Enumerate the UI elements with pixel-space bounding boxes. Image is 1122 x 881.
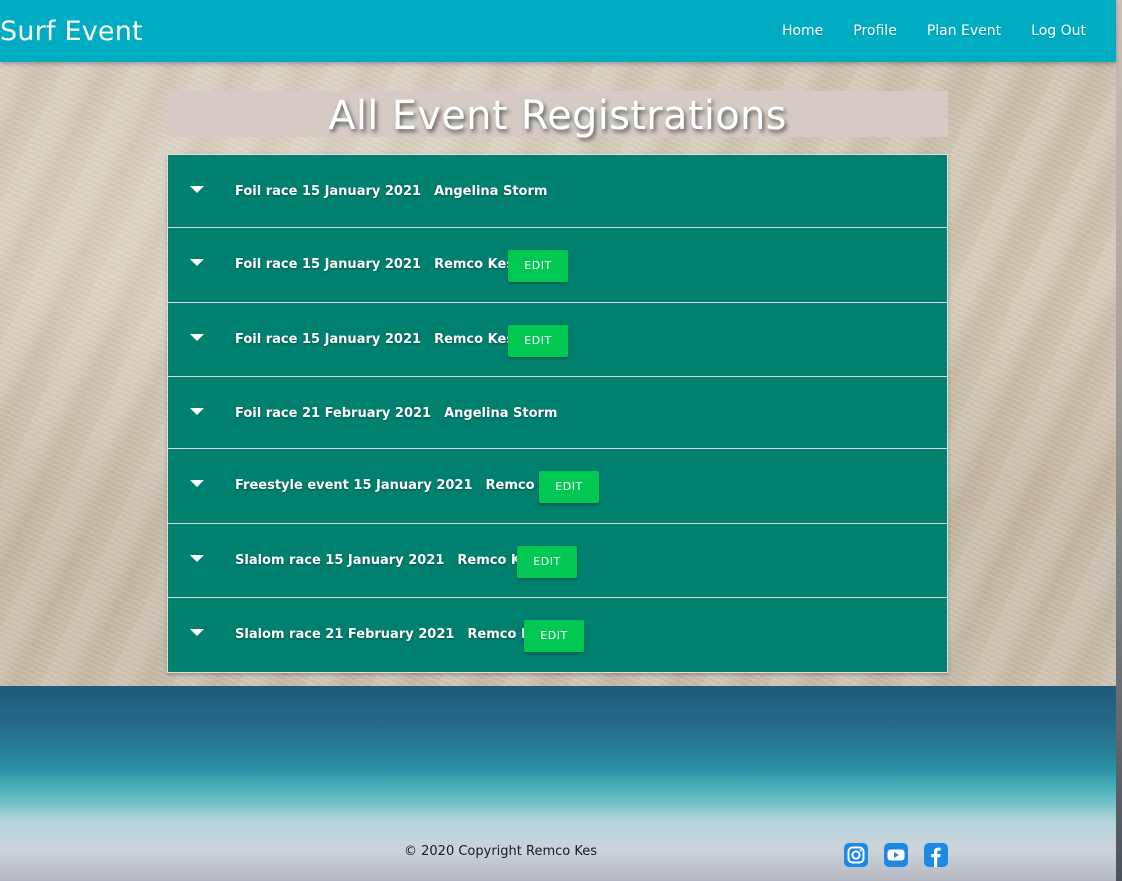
- registration-label: Foil race 21 February 2021 Angelina Storm: [235, 405, 557, 423]
- registration-label: Foil race 15 January 2021 Remco Kes 2: [235, 331, 528, 349]
- caret-down-icon[interactable]: [190, 259, 204, 266]
- registration-label: Slalom race 15 January 2021 Remco Kes: [235, 552, 537, 570]
- registration-item[interactable]: Slalom race 15 January 2021 Remco Kes EDI…: [168, 524, 947, 598]
- registration-item[interactable]: Slalom race 21 February 2021 Remco Kes ED…: [168, 598, 947, 672]
- registration-item[interactable]: Foil race 15 January 2021 Angelina Storm: [168, 155, 947, 228]
- registration-item[interactable]: Foil race 15 January 2021 Remco Kes 2 EDI…: [168, 228, 947, 303]
- edit-button[interactable]: EDIT: [524, 620, 584, 652]
- nav-link-plan-event[interactable]: Plan Event: [912, 20, 1016, 42]
- nav-link-log-out[interactable]: Log Out: [1016, 20, 1101, 42]
- caret-down-icon[interactable]: [190, 334, 204, 341]
- caret-down-icon[interactable]: [190, 480, 204, 487]
- edit-button[interactable]: EDIT: [517, 546, 577, 578]
- youtube-icon[interactable]: [883, 842, 909, 868]
- window-edge: [1116, 0, 1122, 881]
- event-name: Foil race 15 January 2021: [235, 332, 422, 347]
- caret-down-icon[interactable]: [190, 186, 204, 193]
- event-name: Freestyle event 15 January 2021: [235, 478, 473, 493]
- registration-label: Slalom race 21 February 2021 Remco Kes: [235, 626, 547, 644]
- edit-button[interactable]: EDIT: [508, 250, 568, 282]
- user-name: Angelina Storm: [444, 406, 558, 421]
- registration-item[interactable]: Freestyle event 15 January 2021 Remco Kes…: [168, 449, 947, 524]
- registration-label: Foil race 15 January 2021 Remco Kes 2: [235, 256, 528, 274]
- registration-label: Freestyle event 15 January 2021 Remco Kes: [235, 477, 565, 495]
- caret-down-icon[interactable]: [190, 629, 204, 636]
- event-name: Foil race 15 January 2021: [235, 257, 422, 272]
- user-name: Angelina Storm: [434, 184, 548, 199]
- registration-item[interactable]: Foil race 21 February 2021 Angelina Storm: [168, 377, 947, 449]
- caret-down-icon[interactable]: [190, 408, 204, 415]
- page-title: All Event Registrations: [328, 93, 787, 139]
- nav-link-profile[interactable]: Profile: [838, 20, 912, 42]
- navbar: Surf Event Home Profile Plan Event Log O…: [0, 0, 1116, 62]
- edit-button[interactable]: EDIT: [508, 325, 568, 357]
- registration-item[interactable]: Foil race 15 January 2021 Remco Kes 2 EDI…: [168, 303, 947, 377]
- registration-label: Foil race 15 January 2021 Angelina Storm: [235, 183, 547, 201]
- facebook-icon[interactable]: [923, 842, 949, 868]
- event-name: Slalom race 15 January 2021: [235, 553, 445, 568]
- registration-list: Foil race 15 January 2021 Angelina Storm …: [167, 154, 948, 673]
- event-name: Foil race 15 January 2021: [235, 184, 422, 199]
- caret-down-icon[interactable]: [190, 555, 204, 562]
- brand-logo[interactable]: Surf Event: [0, 14, 143, 50]
- nav-links: Home Profile Plan Event Log Out: [767, 20, 1101, 42]
- instagram-icon[interactable]: [843, 842, 869, 868]
- event-name: Foil race 21 February 2021: [235, 406, 432, 421]
- nav-link-home[interactable]: Home: [767, 20, 838, 42]
- event-name: Slalom race 21 February 2021: [235, 627, 455, 642]
- edit-button[interactable]: EDIT: [539, 471, 599, 503]
- copyright-text: © 2020 Copyright Remco Kes: [404, 844, 597, 859]
